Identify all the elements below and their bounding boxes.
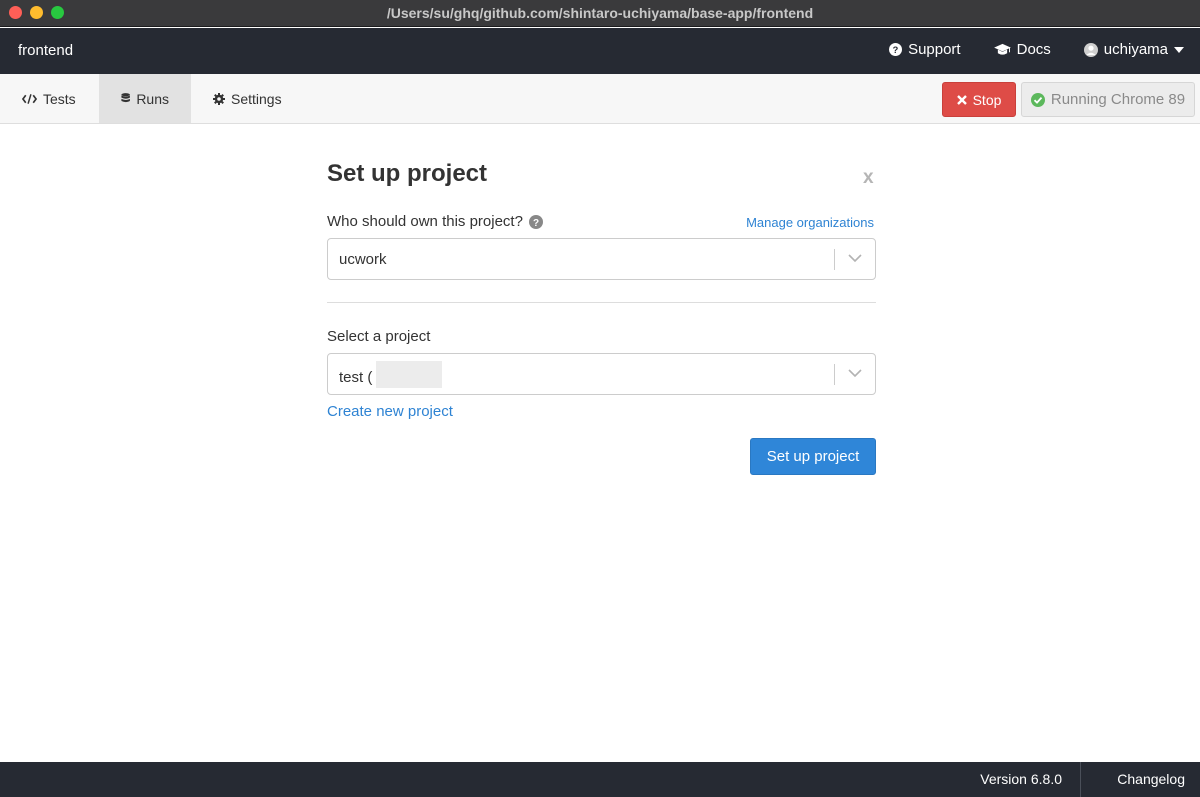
database-icon (121, 93, 130, 103)
manage-organizations-link[interactable]: Manage organizations (746, 215, 874, 230)
chevron-down-icon (848, 369, 862, 378)
close-icon (956, 94, 967, 105)
stop-label: Stop (972, 91, 1002, 108)
owner-select[interactable]: ucwork (327, 238, 876, 280)
check-circle-icon (1030, 92, 1045, 107)
app-header: frontend ? Support Docs uchiyama (0, 28, 1200, 74)
project-select-label: Select a project (327, 328, 431, 345)
create-new-project-link[interactable]: Create new project (327, 403, 453, 420)
stop-button[interactable]: Stop (942, 82, 1016, 117)
changelog-link[interactable]: Changelog (1117, 762, 1185, 797)
avatar-icon (1083, 42, 1098, 57)
svg-text:?: ? (893, 45, 899, 55)
user-menu[interactable]: uchiyama (1083, 41, 1184, 58)
close-modal-button[interactable]: x (863, 167, 874, 189)
gear-icon (213, 92, 225, 105)
caret-down-icon (1174, 46, 1184, 53)
tab-tests-label: Tests (43, 90, 76, 107)
owner-question-label: Who should own this project? ? (327, 213, 543, 230)
version-label: Version 6.8.0 (962, 762, 1081, 797)
modal-title: Set up project (327, 160, 488, 187)
docs-label: Docs (1016, 41, 1051, 58)
running-browser-status: Running Chrome 89 (1021, 82, 1195, 117)
running-label: Running Chrome 89 (1050, 91, 1186, 108)
window-title: /Users/su/ghq/github.com/shintaro-uchiya… (386, 5, 814, 21)
help-icon[interactable]: ? (528, 214, 543, 229)
tab-runs-label: Runs (136, 90, 169, 107)
graduation-cap-icon (993, 43, 1011, 55)
nav-bar: Tests Runs Settings Stop Running Chrome … (0, 74, 1200, 124)
window-titlebar: /Users/su/ghq/github.com/shintaro-uchiya… (0, 0, 1200, 27)
tab-runs[interactable]: Runs (99, 74, 191, 123)
tab-settings[interactable]: Settings (191, 74, 304, 123)
tab-settings-label: Settings (231, 90, 282, 107)
support-label: Support (908, 41, 961, 58)
tab-tests[interactable]: Tests (0, 74, 98, 123)
footer: Version 6.8.0 Changelog (0, 762, 1200, 797)
support-link[interactable]: ? Support (889, 41, 961, 58)
code-icon (22, 93, 37, 104)
project-select-value-wrapper: test ( (339, 361, 443, 388)
owner-select-value: ucwork (339, 251, 387, 268)
app-name: frontend (18, 42, 74, 59)
question-circle-icon: ? (889, 43, 903, 56)
user-label: uchiyama (1103, 41, 1168, 58)
svg-text:?: ? (533, 218, 539, 229)
redacted-block (376, 361, 443, 388)
project-select-value: test ( (339, 368, 373, 386)
docs-link[interactable]: Docs (993, 41, 1051, 58)
set-up-project-button[interactable]: Set up project (750, 438, 876, 475)
owner-question-text: Who should own this project? (327, 213, 523, 230)
select-separator (834, 364, 835, 385)
header-nav: ? Support Docs uchiyama (889, 41, 1184, 58)
section-divider (327, 302, 876, 303)
chevron-down-icon (848, 254, 862, 263)
project-select[interactable]: test ( (327, 353, 876, 395)
select-separator (834, 249, 835, 270)
